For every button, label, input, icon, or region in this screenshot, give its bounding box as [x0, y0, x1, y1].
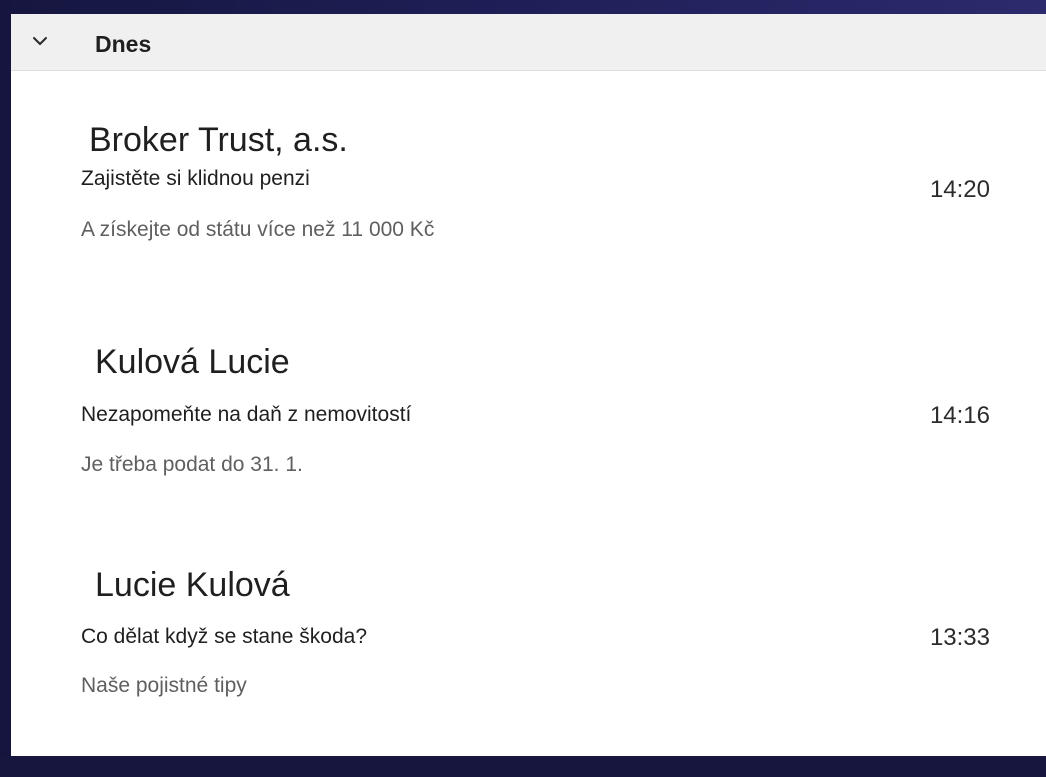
- message-subject: Zajistěte si klidnou penzi: [81, 167, 310, 190]
- message-preview: A získejte od státu více než 11 000 Kč: [81, 218, 435, 241]
- window-frame-left: [0, 0, 11, 777]
- message-item[interactable]: Kulová Lucie Nezapomeňte na daň z nemovi…: [11, 324, 1046, 514]
- window-frame-top: [0, 0, 1046, 14]
- message-time: 13:33: [929, 624, 990, 651]
- message-time: 14:20: [929, 176, 990, 203]
- message-subject: Nezapomeňte na daň z nemovitostí: [81, 403, 412, 426]
- message-sender: Kulová Lucie: [95, 343, 290, 381]
- message-sender: Lucie Kulová: [95, 566, 290, 604]
- window-frame-bottom: [0, 756, 1046, 777]
- group-header-today[interactable]: Dnes: [11, 14, 1046, 71]
- message-time: 14:16: [929, 402, 990, 429]
- message-item[interactable]: Broker Trust, a.s. Zajistěte si klidnou …: [11, 104, 1046, 294]
- message-subject: Co dělat když se stane škoda?: [81, 625, 368, 648]
- message-list: Dnes Broker Trust, a.s. Zajistěte si kli…: [11, 14, 1046, 756]
- group-title: Dnes: [95, 31, 152, 57]
- chevron-down-icon[interactable]: [31, 32, 49, 50]
- message-preview: Naše pojistné tipy: [81, 674, 247, 697]
- message-item[interactable]: Lucie Kulová Co dělat když se stane škod…: [11, 539, 1046, 729]
- message-sender: Broker Trust, a.s.: [89, 121, 348, 159]
- message-preview: Je třeba podat do 31. 1.: [81, 453, 303, 476]
